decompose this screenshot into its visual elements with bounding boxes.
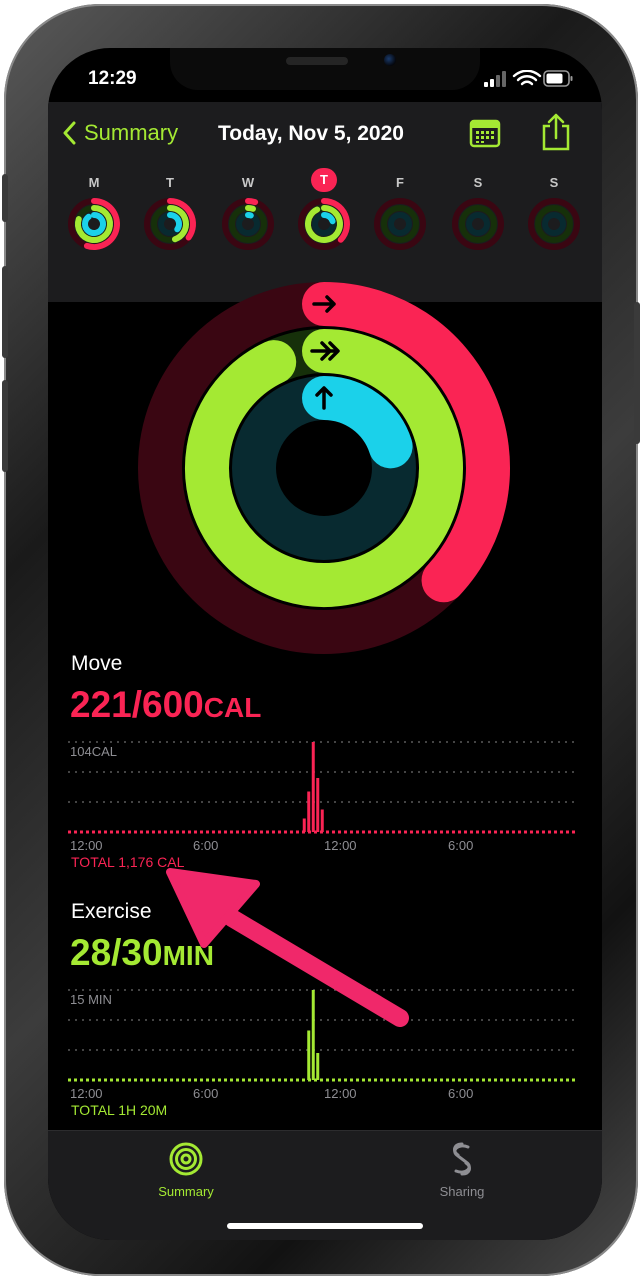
chart-x-tick-label: 12:00 [324,838,357,853]
day-label-1: T [166,175,174,190]
wifi-icon [512,70,542,86]
exercise-chart[interactable]: 15 MIN 12:00 6:00 12:00 6:00 [68,982,578,1102]
activity-rings-icon [169,1142,203,1176]
calendar-icon [469,119,501,148]
day-move-ring [245,198,259,206]
sharing-icon [453,1142,471,1176]
header: Summary Today, Nov 5, 2020 M T W T F S S [48,102,602,302]
day-label-0: M [88,175,100,190]
mute-switch [2,174,8,222]
summary-content: Move 221/600CAL 104CAL 12:00 6:00 12:00 6:00… [48,282,602,1127]
move-value: 221/600CAL [70,684,261,726]
battery-icon [543,70,573,87]
day-rings-0[interactable] [67,197,121,251]
share-button[interactable] [539,112,573,152]
chart-x-tick-label: 12:00 [324,1086,357,1101]
chart-bar [307,1030,311,1080]
chart-bar [311,742,315,832]
chart-bar [320,809,324,832]
chart-x-tick-label: 6:00 [193,838,218,853]
day-rings-1[interactable] [143,197,197,251]
back-button[interactable]: Summary [62,120,178,146]
chart-bar [311,990,315,1080]
chart-x-tick-label: 12:00 [70,1086,103,1101]
chart-x-tick-label: 12:00 [70,838,103,853]
day-label-5: S [473,175,483,190]
day-rings-2[interactable] [221,197,275,251]
tab-summary[interactable]: Summary [126,1141,246,1199]
cellular-signal-icon [484,71,506,87]
tab-sharing-label: Sharing [439,1184,485,1199]
power-button [634,302,640,444]
day-label-4: F [396,175,404,190]
chart-x-tick-label: 6:00 [448,1086,473,1101]
day-label-6: S [549,175,559,190]
chart-bar [307,791,311,832]
calendar-button[interactable] [468,116,502,150]
share-icon [542,113,570,151]
chart-bar [302,818,306,832]
move-total: TOTAL 1,176 CAL [71,854,185,870]
exercise-value-number: 28/30 [70,932,163,973]
page-title: Today, Nov 5, 2020 [218,122,404,145]
day-label-2: W [241,175,255,190]
day-exercise-ring [245,205,256,212]
day-rings-3[interactable] [297,197,351,251]
status-icons [484,70,573,87]
day-stand-ring [167,212,182,233]
back-label: Summary [84,120,179,145]
day-rings-6[interactable] [527,197,581,251]
volume-down-button [2,380,8,472]
exercise-value: 28/30MIN [70,932,214,974]
screen: Summary Today, Nov 5, 2020 M T W T F S S… [48,48,602,1240]
activity-rings[interactable] [136,280,512,656]
chart-max-label: 15 MIN [70,992,112,1007]
chart-x-tick-label: 6:00 [193,1086,218,1101]
exercise-total: TOTAL 1H 20M [71,1102,168,1118]
tab-sharing[interactable]: Sharing [402,1141,522,1199]
day-stand-track [388,212,412,236]
move-title: Move [71,652,123,675]
chart-max-label: 104CAL [70,744,117,759]
stand-ring [302,376,413,469]
day-stand-track [466,212,490,236]
status-time: 12:29 [88,68,137,89]
chart-bar [316,778,320,832]
move-value-number: 221/600 [70,684,204,725]
day-label-3: T [311,168,337,192]
notch [170,48,480,90]
move-unit: CAL [203,692,262,723]
day-rings-5[interactable] [451,197,505,251]
move-chart[interactable]: 104CAL 12:00 6:00 12:00 6:00 [68,734,578,854]
camera-icon [384,54,396,66]
chevron-left-icon [63,121,76,145]
day-stand-track [542,212,566,236]
exercise-unit: MIN [162,940,214,971]
exercise-title: Exercise [71,900,152,923]
phone-frame: Summary Today, Nov 5, 2020 M T W T F S S… [2,4,640,1276]
day-stand-ring [82,212,106,236]
chart-bar [316,1053,320,1080]
home-indicator[interactable] [227,1223,423,1229]
day-rings-4[interactable] [373,197,427,251]
volume-up-button [2,266,8,358]
chart-x-tick-label: 6:00 [448,838,473,853]
tab-summary-label: Summary [158,1184,214,1199]
speaker-grille [286,57,348,65]
